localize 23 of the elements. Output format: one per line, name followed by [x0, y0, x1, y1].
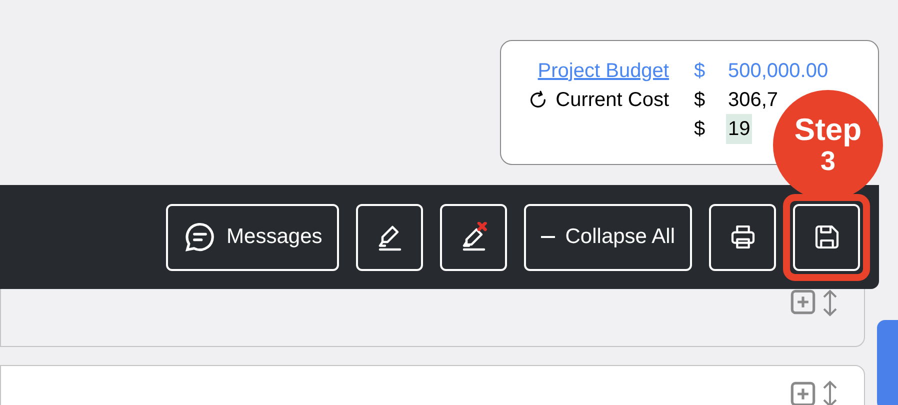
- save-button[interactable]: [793, 204, 860, 270]
- save-icon: [812, 223, 840, 251]
- cost-label: Current Cost: [556, 88, 669, 112]
- refresh-icon[interactable]: [528, 90, 548, 110]
- step-word: Step: [794, 113, 862, 148]
- currency-symbol: $: [694, 88, 706, 112]
- collapse-button[interactable]: Collapse All: [524, 204, 692, 270]
- add-icon[interactable]: [790, 381, 816, 405]
- minus-icon: [541, 235, 556, 239]
- messages-button[interactable]: Messages: [166, 204, 340, 270]
- clear-highlight-button[interactable]: [440, 204, 508, 270]
- currency-symbol: $: [694, 58, 706, 84]
- project-budget-link[interactable]: Project Budget: [538, 56, 669, 86]
- chat-icon: [182, 220, 217, 254]
- step-number: 3: [820, 147, 836, 177]
- highlight-button[interactable]: [356, 204, 424, 270]
- currency-symbol: $: [694, 116, 706, 142]
- add-icon[interactable]: [790, 289, 816, 315]
- amount-value: 19: [726, 114, 752, 144]
- amount-value: 306,7: [727, 88, 780, 112]
- printer-icon: [728, 223, 756, 251]
- amount-value: 500,000.00: [727, 58, 830, 84]
- print-button[interactable]: [709, 204, 776, 270]
